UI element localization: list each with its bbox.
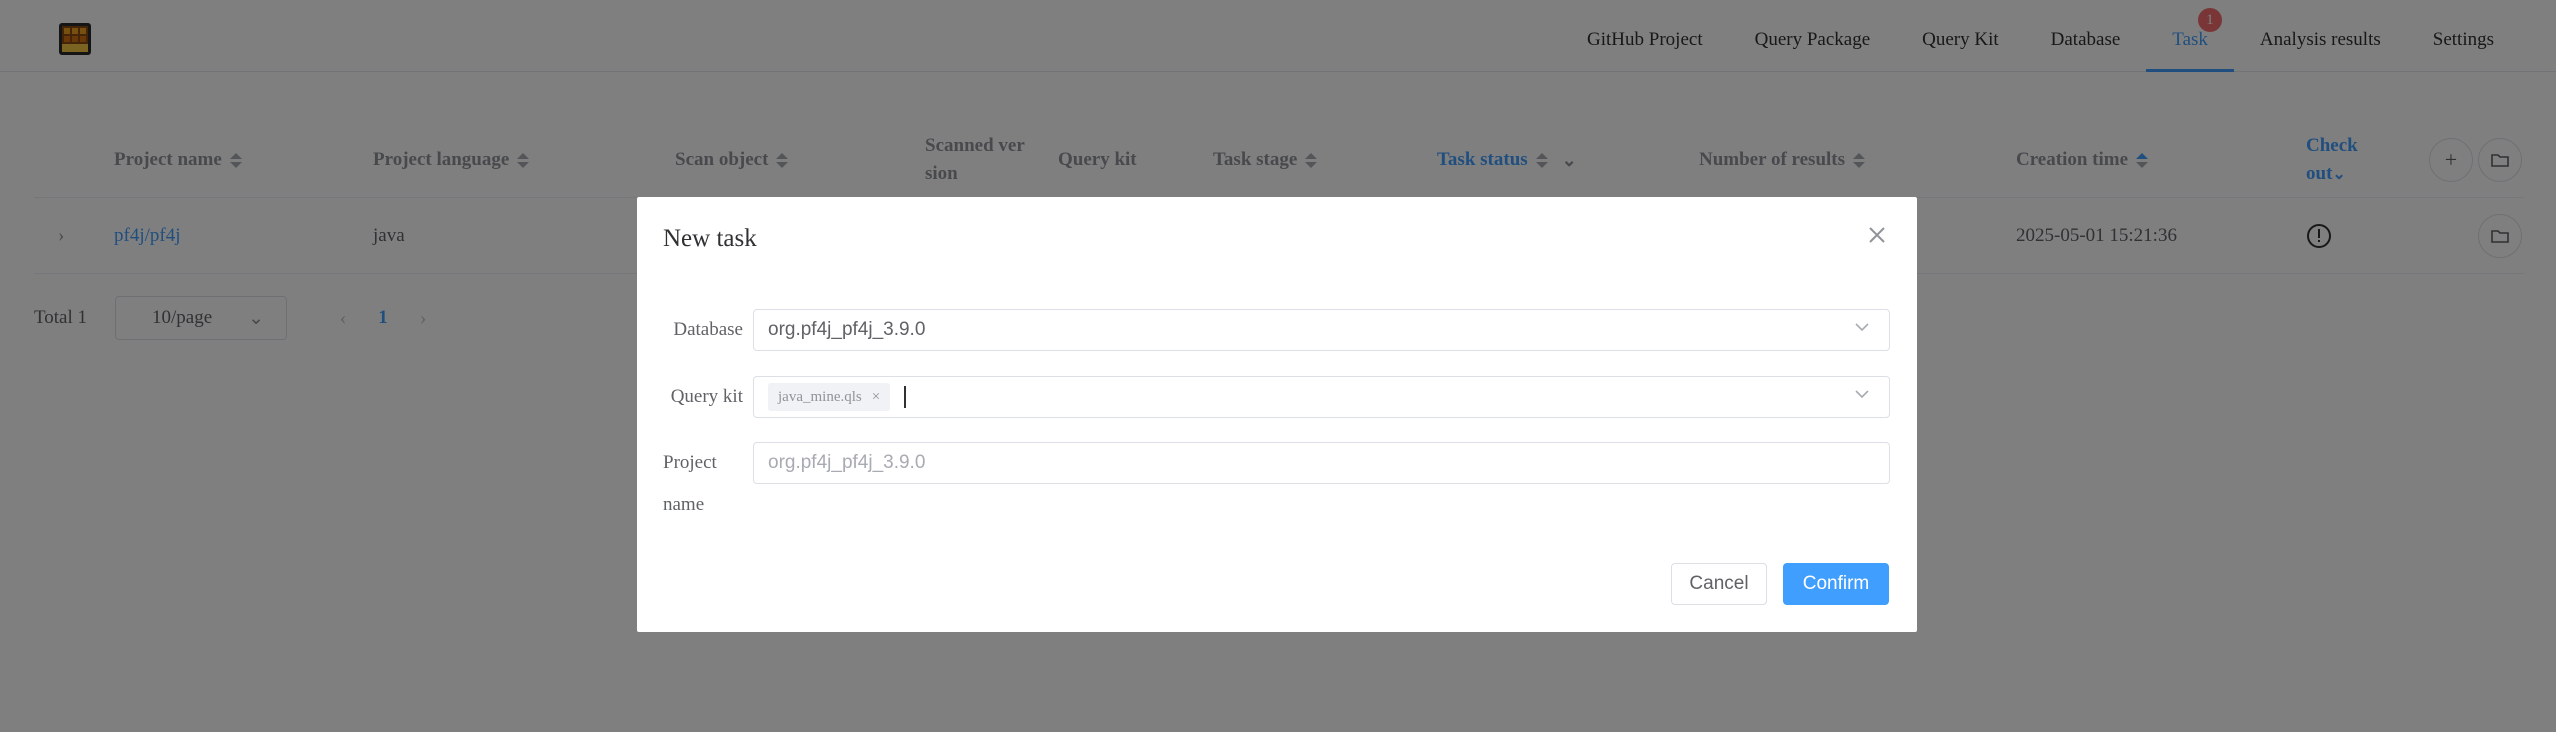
tag-label: java_mine.qls	[778, 388, 862, 405]
database-label: Database	[673, 319, 743, 340]
project-name-input[interactable]: org.pf4j_pf4j_3.9.0	[753, 442, 1890, 484]
project-name-label: Project name	[663, 452, 743, 516]
text-cursor	[904, 386, 907, 408]
query-kit-tag: java_mine.qls ×	[768, 383, 891, 411]
query-kit-label: Query kit	[670, 386, 743, 407]
new-task-dialog: New task Database org.pf4j_pf4j_3.9.0 Qu…	[637, 197, 1917, 632]
tag-remove-icon[interactable]: ×	[872, 389, 880, 406]
query-kit-select[interactable]: java_mine.qls ×	[753, 376, 1890, 418]
chevron-down-icon	[1855, 390, 1869, 399]
confirm-button[interactable]: Confirm	[1783, 563, 1889, 605]
project-label-line: name	[663, 494, 705, 515]
database-select[interactable]: org.pf4j_pf4j_3.9.0	[753, 309, 1890, 351]
project-name-placeholder: org.pf4j_pf4j_3.9.0	[768, 452, 926, 473]
chevron-down-icon	[1855, 323, 1869, 332]
cancel-button[interactable]: Cancel	[1671, 563, 1767, 605]
dialog-title: New task	[663, 225, 757, 252]
close-icon[interactable]	[1863, 223, 1891, 251]
database-value: org.pf4j_pf4j_3.9.0	[768, 319, 926, 340]
project-label-line: Project	[663, 452, 717, 473]
